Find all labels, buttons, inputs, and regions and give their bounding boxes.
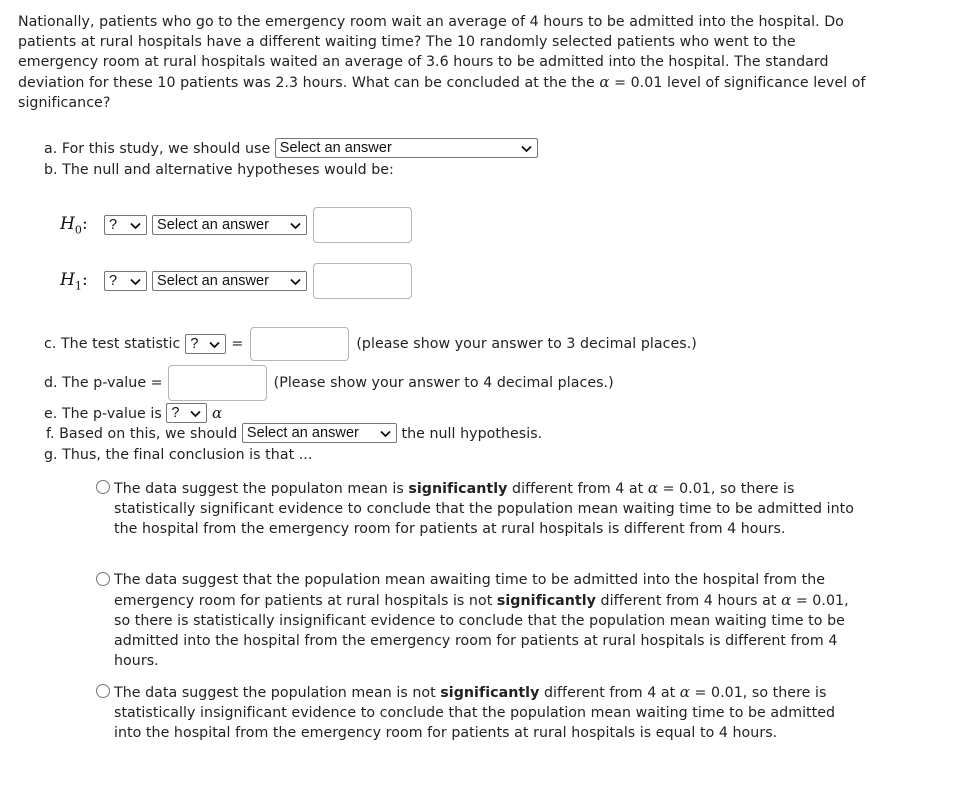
chevron-down-icon — [289, 219, 302, 232]
part-c-label: c. The test statistic — [44, 336, 181, 352]
part-e-label: e. The p-value is — [44, 406, 162, 422]
part-d-label: d. The p-value = — [44, 375, 163, 391]
chevron-down-icon — [208, 338, 221, 351]
p-value-input[interactable] — [167, 365, 267, 401]
test-statistic-hint: (please show your answer to 3 decimal pl… — [356, 336, 697, 352]
alpha-symbol: α — [211, 404, 223, 422]
alpha-symbol: α — [599, 73, 610, 91]
part-f: f. Based on this, we should Select an an… — [46, 423, 543, 444]
chevron-down-icon — [289, 275, 302, 288]
test-statistic-input[interactable] — [250, 327, 350, 361]
test-statistic-type-select[interactable]: ? — [185, 334, 227, 354]
alternative-hypothesis-row: H1: ? Select an answer — [60, 263, 412, 299]
chevron-down-icon — [520, 142, 533, 155]
p-value-comparison-select[interactable]: ? — [166, 403, 208, 423]
chevron-down-icon — [379, 427, 392, 440]
conclusion-radio-1[interactable] — [96, 480, 110, 494]
part-a: a. For this study, we should use Select … — [44, 138, 538, 159]
h1-sign-select[interactable]: ? — [104, 271, 147, 291]
alternative-hypothesis-label: H1: — [60, 269, 88, 293]
part-g-label: g. Thus, the final conclusion is that ..… — [44, 447, 313, 463]
chevron-down-icon — [129, 219, 142, 232]
study-type-select[interactable]: Select an answer — [274, 138, 538, 158]
h1-value-input[interactable] — [313, 263, 412, 299]
chevron-down-icon — [129, 275, 142, 288]
part-a-label: a. For this study, we should use — [44, 141, 271, 157]
h0-sign-select[interactable]: ? — [104, 215, 147, 235]
part-c: c. The test statistic ? = (please show y… — [44, 327, 697, 361]
decision-select[interactable]: Select an answer — [241, 423, 397, 443]
h0-value-input[interactable] — [313, 207, 412, 243]
h1-parameter-select[interactable]: Select an answer — [152, 271, 307, 291]
study-type-select-value: Select an answer — [279, 140, 392, 156]
part-e: e. The p-value is ? α — [44, 403, 222, 424]
conclusion-option-1[interactable]: The data suggest the populaton mean is s… — [96, 478, 856, 539]
p-value-hint: (Please show your answer to 4 decimal pl… — [273, 375, 614, 391]
alpha-symbol: α — [647, 479, 659, 497]
conclusion-radio-3[interactable] — [96, 684, 110, 698]
conclusion-option-3[interactable]: The data suggest the population mean is … — [96, 682, 856, 743]
h0-parameter-select[interactable]: Select an answer — [152, 215, 307, 235]
alpha-symbol: α — [781, 591, 792, 609]
conclusion-radio-2[interactable] — [96, 572, 110, 586]
part-b-label: b. The null and alternative hypotheses w… — [44, 162, 394, 178]
alpha-symbol: α — [679, 683, 690, 701]
equals-sign: = — [231, 336, 244, 352]
part-f-label: f. Based on this, we should — [46, 426, 238, 442]
part-d: d. The p-value = (Please show your answe… — [44, 365, 614, 401]
conclusion-option-2[interactable]: The data suggest that the population mea… — [96, 570, 856, 671]
part-f-tail: the null hypothesis. — [401, 426, 543, 442]
chevron-down-icon — [189, 407, 202, 420]
question-text: Nationally, patients who go to the emerg… — [18, 12, 878, 113]
null-hypothesis-label: H0: — [60, 213, 88, 237]
null-hypothesis-row: H0: ? Select an answer — [60, 207, 412, 243]
